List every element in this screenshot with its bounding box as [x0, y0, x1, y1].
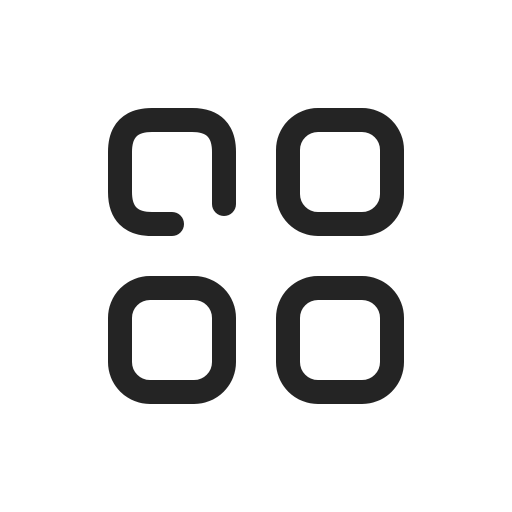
icon-canvas	[0, 0, 512, 512]
tile-top-left-open-icon	[108, 108, 236, 236]
tile-bottom-right-icon	[276, 276, 404, 404]
apps-grid-icon	[108, 108, 404, 404]
tile-top-right-icon	[276, 108, 404, 236]
tile-bottom-left-icon	[108, 276, 236, 404]
